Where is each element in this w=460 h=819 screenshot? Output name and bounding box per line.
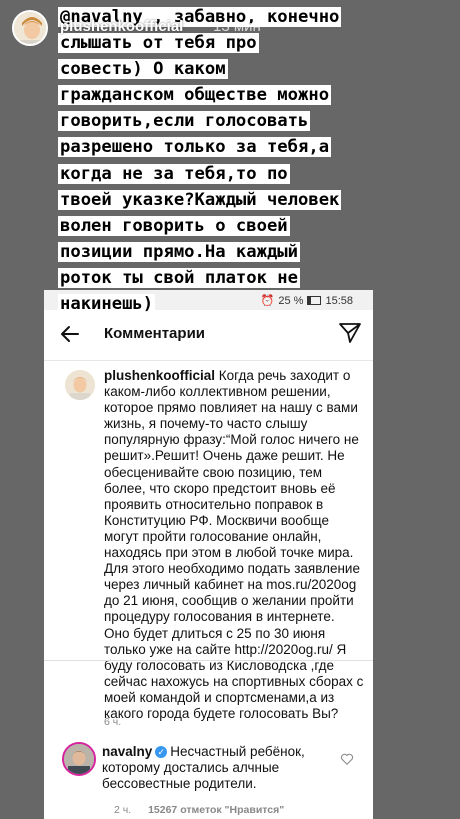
- story-username[interactable]: plushenkoofficial: [60, 18, 183, 35]
- avatar-face-icon: [65, 370, 95, 400]
- overlay-line: совесть) О каком: [58, 59, 228, 80]
- reply-meta: 2 ч. 15267 отметок "Нравится": [114, 804, 284, 816]
- comment-username[interactable]: plushenkoofficial: [104, 368, 215, 383]
- story-avatar[interactable]: [12, 10, 48, 46]
- comment-body: plushenkoofficial Когда речь заходит о к…: [104, 368, 366, 722]
- avatar[interactable]: [62, 742, 96, 776]
- paper-plane-icon[interactable]: [338, 321, 362, 345]
- avatar-face-icon: [14, 12, 46, 44]
- overlay-line: гражданском обществе можно: [58, 85, 332, 106]
- overlay-line: когда не за тебя,то по: [58, 163, 290, 184]
- comment-text: Когда речь заходит о каком-либо коллекти…: [104, 368, 364, 721]
- overlay-line: твоей указке?Каждый человек: [58, 189, 342, 210]
- overlay-line: накинешь): [58, 294, 156, 315]
- heart-icon[interactable]: [340, 752, 354, 766]
- reply-body: navalny ✓ Несчастный ребёнок, которому дос…: [102, 744, 332, 792]
- embedded-comments-screenshot: ⏰ 25 % 15:58 Комментарии plushenkooffici…: [44, 290, 373, 819]
- app-bar: Комментарии: [44, 310, 373, 361]
- divider: [44, 660, 373, 661]
- overlay-line: роток ты свой платок не: [58, 267, 300, 288]
- comment-timestamp: 6 ч.: [104, 716, 122, 728]
- likes-count[interactable]: 15267 отметок "Нравится": [148, 804, 284, 816]
- avatar[interactable]: [65, 370, 95, 400]
- overlay-line: волен говорить о своей: [58, 215, 290, 236]
- story-timestamp: 13 мин: [213, 18, 261, 35]
- page-title: Комментарии: [104, 325, 206, 342]
- story-header: plushenkoofficial 13 мин: [0, 0, 460, 54]
- overlay-line: позиции прямо.На каждый: [58, 241, 300, 262]
- verified-badge-icon: ✓: [155, 746, 168, 759]
- overlay-line: говорить,если голосовать: [58, 111, 311, 132]
- overlay-line: разрешено только за тебя,а: [58, 137, 332, 158]
- arrow-left-icon[interactable]: [58, 322, 82, 346]
- reply-timestamp: 2 ч.: [114, 804, 132, 816]
- avatar-face-icon: [64, 744, 94, 774]
- reply-username[interactable]: navalny: [102, 744, 152, 759]
